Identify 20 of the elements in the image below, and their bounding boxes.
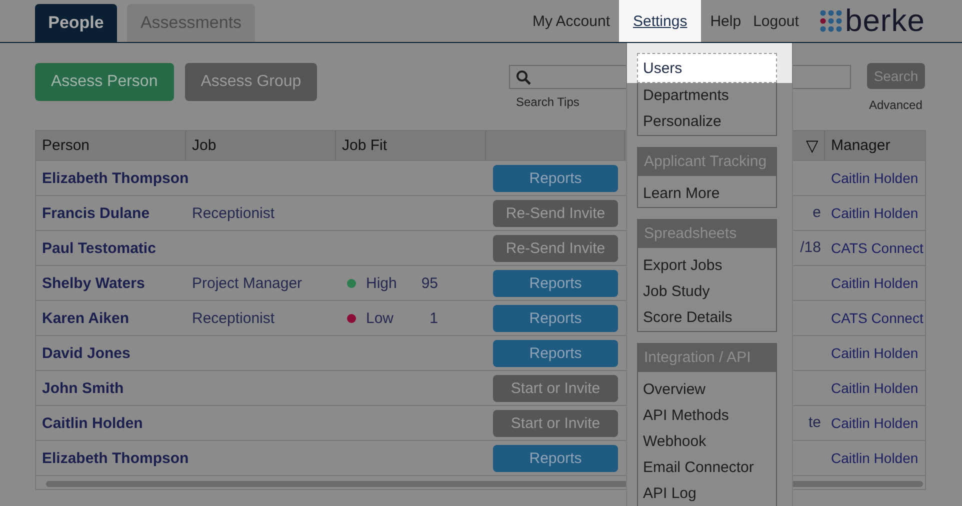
manager-cell-text: Caitlin Holden bbox=[830, 450, 920, 466]
manager-cell-text: Caitlin Holden bbox=[830, 275, 920, 291]
manager-cell-text: Caitlin Holden bbox=[830, 380, 920, 396]
table-cell-text: Project Manager bbox=[191, 274, 304, 292]
manager-cell-text: CATS Connect bbox=[830, 310, 924, 326]
manager-cell-text: CATS Connect bbox=[830, 240, 924, 256]
fit-label: High bbox=[366, 274, 398, 292]
logo-text: berke bbox=[844, 3, 925, 39]
manager-cell-text: Caitlin Holden bbox=[830, 345, 920, 361]
fit-score: 1 bbox=[428, 310, 438, 326]
table-cell-text: Receptionist bbox=[191, 204, 276, 222]
fit-score: 95 bbox=[420, 274, 438, 292]
fit-label: Low bbox=[366, 310, 395, 326]
manager-cell-text: Caitlin Holden bbox=[830, 170, 920, 186]
table-cell-text: Receptionist bbox=[191, 310, 276, 326]
table-cell-text: e bbox=[812, 204, 822, 221]
table-cell-text: /18 bbox=[800, 239, 822, 256]
manager-cell-text: Caitlin Holden bbox=[830, 415, 920, 431]
manager-cell-text: Caitlin Holden bbox=[830, 205, 920, 221]
table-cell-text: te bbox=[808, 414, 822, 431]
